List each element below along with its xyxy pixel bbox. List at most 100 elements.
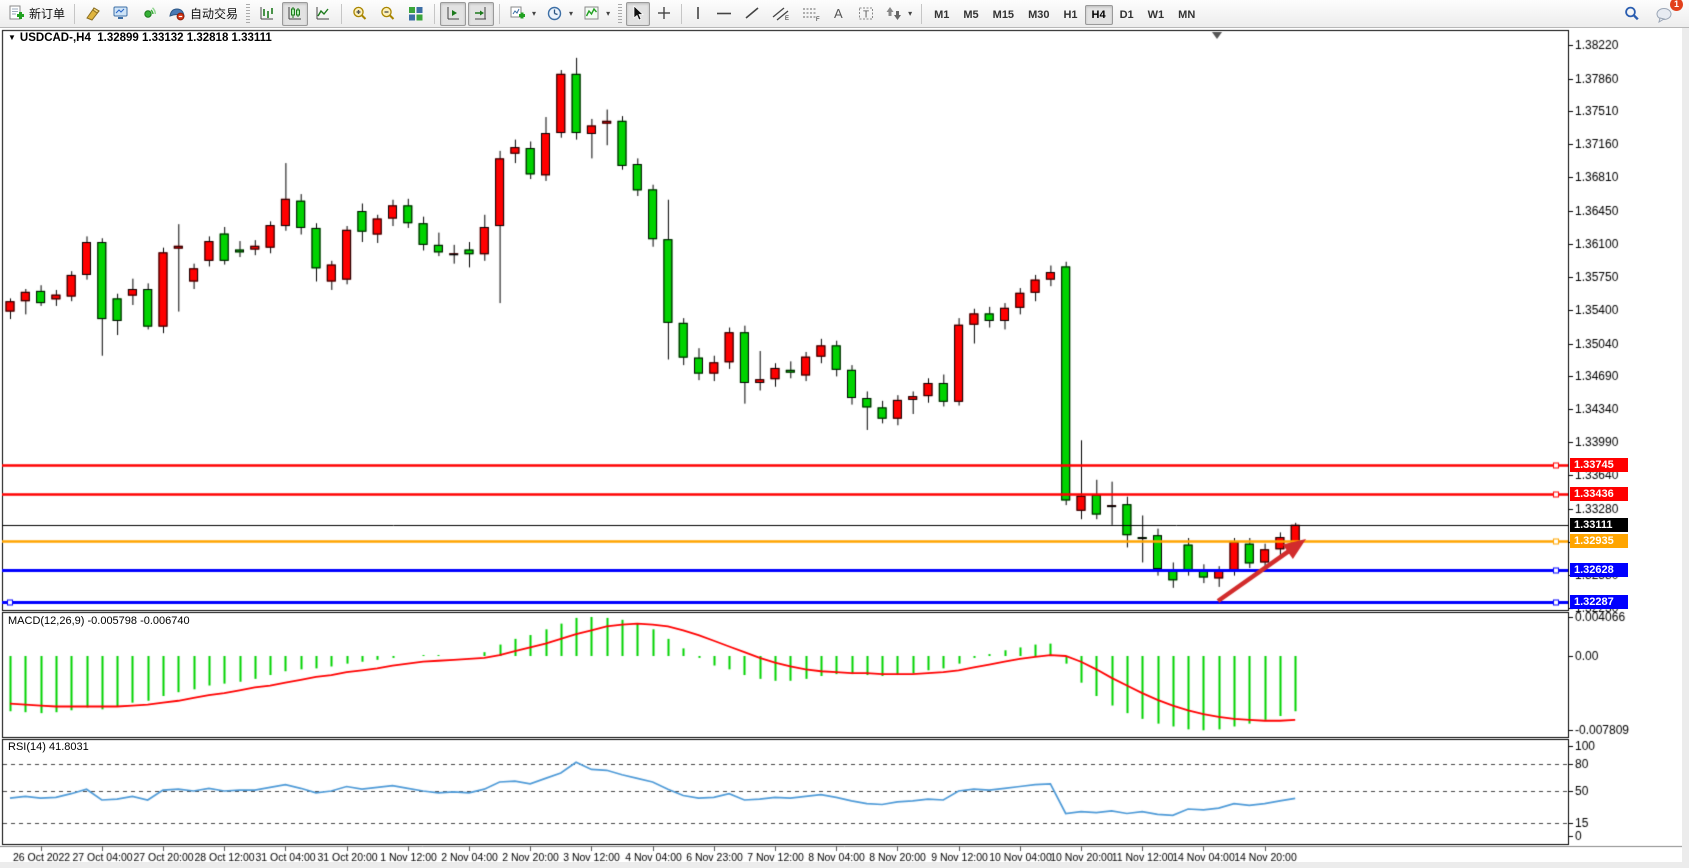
crosshair-tool-button[interactable] [652,2,676,26]
window-edge [0,862,1689,868]
market-watch-button[interactable] [108,2,134,26]
svg-text:F: F [816,17,820,22]
clock-icon [546,5,564,22]
zoom-in-icon [351,5,369,22]
candlestick-mode-button[interactable] [282,2,308,26]
search-button[interactable] [1619,2,1645,26]
rsi-indicator-label: RSI(14) 41.8031 [8,741,89,753]
level-price-badge: 1.33436 [1570,487,1628,501]
timeframe-H1[interactable]: H1 [1056,5,1084,25]
svg-text:A: A [834,6,843,21]
chart-area[interactable] [0,0,1689,868]
candlestick-icon [286,5,304,22]
text-icon: A [831,5,847,22]
text-label-tool-button[interactable]: T [853,2,879,26]
chisel-icon [84,5,102,22]
bar-chart-icon [258,5,276,22]
autotrade-icon [168,5,186,22]
rsi-name: RSI(14) [8,741,46,753]
separator [921,4,922,24]
timeframe-M15[interactable]: M15 [986,5,1021,25]
toolbar-grip [618,4,622,24]
new-chart-icon [509,5,527,22]
chisel-tool-button[interactable] [80,2,106,26]
tile-windows-button[interactable] [403,2,429,26]
zoom-out-button[interactable] [375,2,401,26]
level-price-badge: 1.32287 [1570,595,1628,609]
macd-signal-value: -0.006740 [140,615,190,627]
separator [74,4,75,24]
chevron-down-icon: ▾ [532,9,536,18]
text-tool-button[interactable]: A [827,2,851,26]
arrows-tool-button[interactable]: ▾ [881,2,916,26]
svg-text:T: T [863,10,869,21]
timeframe-D1[interactable]: D1 [1113,5,1141,25]
separator [341,4,342,24]
cursor-tool-button[interactable] [626,2,650,26]
arrows-shapes-icon [885,5,903,22]
bar-chart-mode-button[interactable] [254,2,280,26]
chart-symbol-period: USDCAD-,H4 [20,32,91,44]
timeframe-H4[interactable]: H4 [1085,5,1113,25]
new-order-label: 新订单 [29,5,65,22]
timeframe-MN[interactable]: MN [1171,5,1202,25]
horizontal-line-tool-button[interactable] [711,2,737,26]
current-price-badge: 1.33111 [1570,518,1628,532]
macd-indicator-label: MACD(12,26,9) -0.005798 -0.006740 [8,615,190,627]
chart-shift-button[interactable] [440,2,466,26]
auto-scroll-icon [472,5,490,22]
equidistant-channel-tool-button[interactable]: E [767,2,795,26]
cursor-icon [630,5,646,22]
macd-name: MACD(12,26,9) [8,615,84,627]
chevron-down-icon: ▾ [569,9,573,18]
separator [499,4,500,24]
separator [434,4,435,24]
timeframe-M1[interactable]: M1 [927,5,956,25]
trendline-tool-button[interactable] [739,2,765,26]
chart-title[interactable]: ▼ USDCAD-,H4 1.32899 1.33132 1.32818 1.33… [8,32,272,44]
vertical-line-tool-button[interactable] [687,2,709,26]
trendline-icon [743,5,761,22]
horizontal-line-icon [715,5,733,22]
notification-badge: 1 [1670,0,1683,11]
chevron-down-icon: ▾ [606,9,610,18]
svg-text:E: E [785,16,789,22]
timeframe-W1[interactable]: W1 [1141,5,1172,25]
profiles-button[interactable]: ▾ [542,2,577,26]
toolbar-grip [246,4,250,24]
new-order-icon [8,5,25,22]
sonar-icon [140,5,158,22]
vertical-line-icon [691,5,705,22]
market-watch-icon [112,5,130,22]
sound-alert-button[interactable] [136,2,162,26]
new-order-button[interactable]: 新订单 [4,2,69,26]
level-price-badge: 1.32935 [1570,534,1628,548]
fibonacci-tool-button[interactable]: F [797,2,825,26]
chart-shift-icon [444,5,462,22]
text-label-icon: T [857,5,875,22]
new-chart-button[interactable]: ▾ [505,2,540,26]
indicators-button[interactable]: ▾ [579,2,614,26]
chart-ohlc-values: 1.32899 1.33132 1.32818 1.33111 [97,32,272,44]
level-price-badge: 1.32628 [1570,563,1628,577]
separator [681,4,682,24]
timeframe-group: M1M5M15M30H1H4D1W1MN [927,5,1202,23]
search-icon [1623,5,1641,23]
fibonacci-icon: F [801,5,821,22]
autotrade-label: 自动交易 [190,5,238,22]
zoom-in-button[interactable] [347,2,373,26]
macd-main-value: -0.005798 [87,615,137,627]
rsi-value: 41.8031 [49,741,89,753]
notifications-button[interactable]: 1 [1651,2,1679,26]
line-chart-mode-button[interactable] [310,2,336,26]
autotrade-button[interactable]: 自动交易 [164,2,242,26]
auto-scroll-button[interactable] [468,2,494,26]
level-price-badge: 1.33745 [1570,458,1628,472]
chevron-down-icon: ▾ [908,9,912,18]
timeframe-M5[interactable]: M5 [956,5,985,25]
window-edge [1682,28,1689,868]
main-toolbar: 新订单 自动交易 ▾ [0,0,1689,28]
timeframe-M30[interactable]: M30 [1021,5,1056,25]
indicators-icon [583,5,601,22]
chevron-down-icon: ▼ [8,33,16,42]
